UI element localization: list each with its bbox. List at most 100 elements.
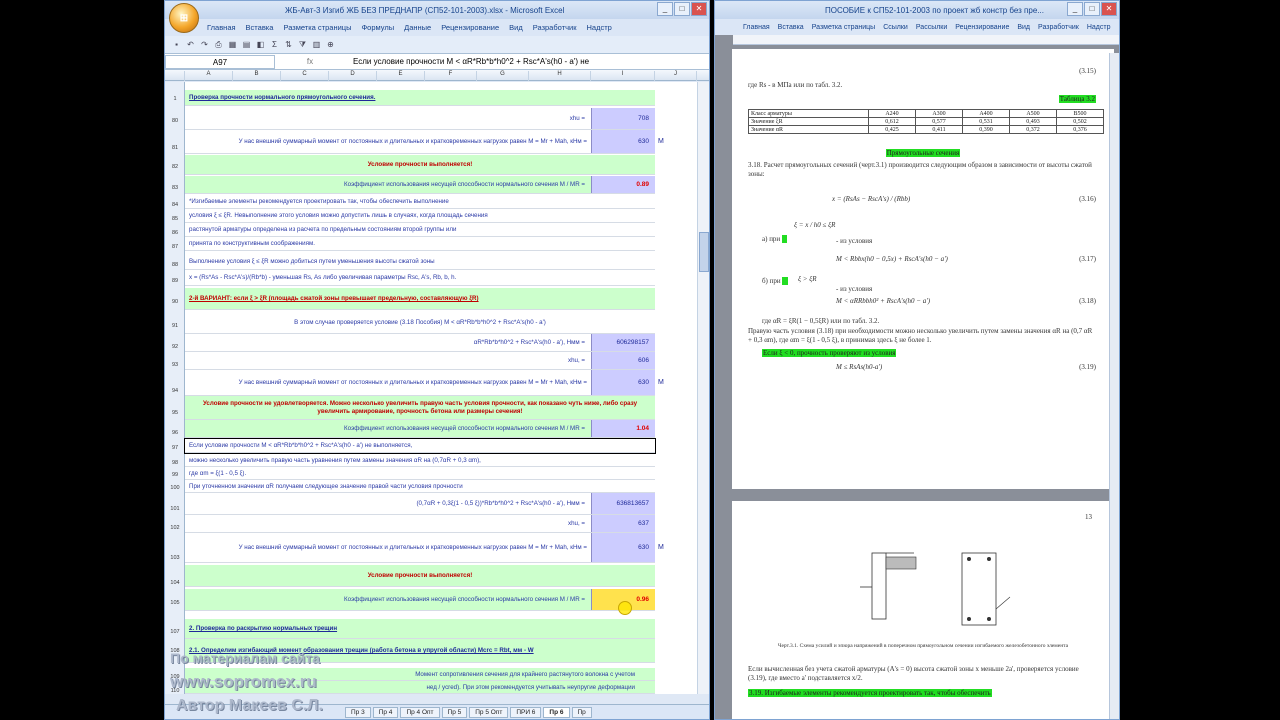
- border-icon[interactable]: ▦: [227, 39, 238, 50]
- undo-icon[interactable]: ↶: [185, 39, 196, 50]
- row-number[interactable]: 100: [165, 485, 185, 491]
- filter-icon[interactable]: ⧩: [297, 39, 308, 50]
- tab-addins[interactable]: Надстр: [586, 23, 611, 32]
- tab-page-layout[interactable]: Разметка страницы: [283, 23, 351, 32]
- value-cell[interactable]: 630: [591, 533, 655, 562]
- sheet-tab[interactable]: Пр 5: [441, 706, 468, 718]
- tab-formulas[interactable]: Формулы: [361, 23, 394, 32]
- row-number[interactable]: 83: [165, 185, 185, 191]
- value-cell[interactable]: 0.89: [591, 176, 655, 193]
- sheet-tab[interactable]: Пр 4: [372, 706, 399, 718]
- scrollbar-thumb[interactable]: [699, 232, 709, 272]
- tab-review[interactable]: Рецензирование: [955, 24, 1009, 31]
- tab-insert[interactable]: Вставка: [778, 24, 804, 31]
- table-row[interactable]: растянутой арматуры определена из расчет…: [185, 223, 655, 237]
- maximize-icon[interactable]: □: [674, 2, 690, 16]
- column-header[interactable]: F: [425, 71, 477, 81]
- value-cell[interactable]: 637: [591, 515, 655, 532]
- tab-addins[interactable]: Надстр: [1087, 24, 1111, 31]
- column-header[interactable]: H: [529, 71, 591, 81]
- save-icon[interactable]: ▪: [171, 39, 182, 50]
- table-row[interactable]: Коэффициент использования несущей способ…: [185, 420, 655, 438]
- row-number[interactable]: 102: [165, 525, 185, 531]
- value-cell[interactable]: 606: [591, 352, 655, 369]
- row-number[interactable]: 88: [165, 262, 185, 268]
- table-row[interactable]: xhu, = 606: [185, 352, 655, 370]
- table-row[interactable]: xhu = 708: [185, 108, 655, 130]
- row-number[interactable]: 91: [165, 323, 185, 329]
- status-row[interactable]: Условие прочности выполняется!: [185, 155, 655, 175]
- name-box[interactable]: A97: [165, 54, 275, 69]
- row-number[interactable]: 82: [165, 164, 185, 170]
- row-number[interactable]: 90: [165, 299, 185, 305]
- table-row[interactable]: Выполнение условия ξ ≤ ξR можно добиться…: [185, 254, 655, 270]
- tab-page-layout[interactable]: Разметка страницы: [812, 24, 876, 31]
- sheet-tab[interactable]: Пр 5 Опт: [469, 706, 509, 718]
- tab-references[interactable]: Ссылки: [883, 24, 908, 31]
- office-button-icon[interactable]: ⊞: [169, 3, 199, 33]
- table-row[interactable]: Коэффициент использования несущей способ…: [185, 176, 655, 194]
- vertical-scrollbar[interactable]: [1109, 53, 1119, 719]
- selected-row[interactable]: Если условие прочности M < αR*Rb*b*h0^2 …: [184, 438, 656, 454]
- table-row[interactable]: (0,7αR + 0,3ξ(1 - 0,5 ξ))*Rb*b*h0^2 + Rs…: [185, 493, 655, 515]
- row-number[interactable]: 94: [165, 388, 185, 394]
- tab-developer[interactable]: Разработчик: [1038, 24, 1079, 31]
- column-header[interactable]: B: [233, 71, 281, 81]
- section-heading[interactable]: 2-й ВАРИАНТ: если ξ > ξR (площадь сжатой…: [185, 288, 655, 310]
- close-icon[interactable]: ✕: [1101, 2, 1117, 16]
- row-number[interactable]: 105: [165, 600, 185, 606]
- row-number[interactable]: 99: [165, 472, 185, 478]
- value-cell[interactable]: 708: [591, 108, 655, 129]
- merge-icon[interactable]: ▤: [241, 39, 252, 50]
- print-icon[interactable]: ⎙: [213, 39, 224, 50]
- maximize-icon[interactable]: □: [1084, 2, 1100, 16]
- table-row[interactable]: где αm = ξ(1 - 0,5 ξ).: [185, 467, 655, 480]
- tab-home[interactable]: Главная: [743, 24, 770, 31]
- column-header[interactable]: E: [377, 71, 425, 81]
- table-row[interactable]: x = (Rs*As - Rsc*A's)/(Rb*b) - уменьшая …: [185, 270, 655, 286]
- row-number[interactable]: 87: [165, 244, 185, 250]
- row-number[interactable]: 85: [165, 216, 185, 222]
- column-header[interactable]: A: [185, 71, 233, 81]
- table-row[interactable]: xhu, = 637: [185, 515, 655, 533]
- section-heading[interactable]: Проверка прочности нормального прямоугол…: [185, 90, 655, 106]
- fx-icon[interactable]: fx: [275, 57, 345, 66]
- row-number[interactable]: 103: [165, 555, 185, 561]
- row-number[interactable]: 97: [165, 445, 185, 451]
- column-header[interactable]: C: [281, 71, 329, 81]
- table-row[interactable]: можно несколько увеличить правую часть у…: [185, 454, 655, 467]
- sort-icon[interactable]: ⇅: [283, 39, 294, 50]
- table-row[interactable]: В этом случае проверяется условие (3.18 …: [185, 312, 655, 334]
- row-number[interactable]: 93: [165, 362, 185, 368]
- status-row[interactable]: Условие прочности выполняется!: [185, 565, 655, 587]
- row-number[interactable]: 84: [165, 202, 185, 208]
- value-cell[interactable]: 606298157: [591, 334, 655, 351]
- row-number[interactable]: 104: [165, 580, 185, 586]
- row-number[interactable]: 81: [165, 145, 185, 151]
- minimize-icon[interactable]: _: [1067, 2, 1083, 16]
- table-row[interactable]: При уточненном значении αR получаем след…: [185, 480, 655, 493]
- table-row[interactable]: У нас внешний суммарный момент от постоя…: [185, 370, 655, 396]
- column-header[interactable]: J: [655, 71, 697, 81]
- vertical-scrollbar[interactable]: [697, 82, 709, 694]
- value-cell[interactable]: 1.04: [591, 420, 655, 437]
- formula-input[interactable]: Если условие прочности M < αR*Rb*b*h0^2 …: [345, 57, 589, 66]
- document-page[interactable]: 13 Черт.3.1. Схема усилий и эпюра напряж…: [732, 501, 1114, 719]
- sum-icon[interactable]: Σ: [269, 39, 280, 50]
- status-row[interactable]: Условие прочности не удовлетворяется. Мо…: [185, 396, 655, 420]
- select-all-corner[interactable]: [165, 71, 185, 81]
- zoom-icon[interactable]: ⊕: [325, 39, 336, 50]
- tab-review[interactable]: Рецензирование: [441, 23, 499, 32]
- table-row[interactable]: Коэффициент использования несущей способ…: [185, 589, 655, 611]
- section-heading[interactable]: 2. Проверка по раскрытию нормальных трещ…: [185, 619, 655, 639]
- tab-data[interactable]: Данные: [404, 23, 431, 32]
- sheet-tab-active[interactable]: Пр 6: [543, 706, 570, 718]
- table-row[interactable]: условия ξ ≤ ξR. Невыполнение этого услов…: [185, 209, 655, 223]
- sheet-tab[interactable]: Пр: [571, 706, 592, 718]
- tab-view[interactable]: Вид: [1017, 24, 1030, 31]
- value-cell[interactable]: 630: [591, 130, 655, 153]
- row-number[interactable]: 95: [165, 410, 185, 416]
- column-header[interactable]: D: [329, 71, 377, 81]
- tab-developer[interactable]: Разработчик: [533, 23, 577, 32]
- minimize-icon[interactable]: _: [657, 2, 673, 16]
